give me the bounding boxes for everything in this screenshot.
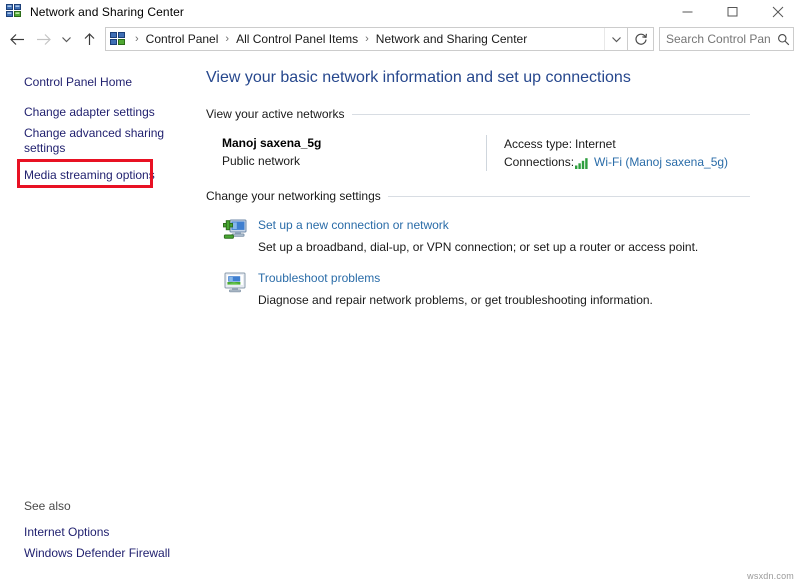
- breadcrumb-item-all-control-panel-items[interactable]: All Control Panel Items: [234, 30, 360, 48]
- title-bar: Network and Sharing Center: [0, 0, 800, 23]
- page-title: View your basic network information and …: [206, 69, 631, 86]
- set-up-new-connection-link[interactable]: Set up a new connection or network: [258, 217, 698, 234]
- close-button[interactable]: [755, 0, 800, 23]
- see-also-item-windows-defender-firewall[interactable]: Windows Defender Firewall: [0, 543, 198, 564]
- active-network-entry: Manoj saxena_5g Public network Access ty…: [198, 135, 800, 171]
- recent-locations-chevron-down-icon[interactable]: [56, 27, 76, 51]
- see-also-item-internet-options[interactable]: Internet Options: [0, 522, 198, 543]
- back-arrow-icon[interactable]: [4, 27, 30, 51]
- content-area: Control Panel Home Change adapter settin…: [0, 55, 800, 584]
- search-box[interactable]: [659, 27, 794, 51]
- watermark: wsxdn.com: [747, 571, 794, 581]
- access-type-value: Internet: [575, 137, 616, 151]
- troubleshoot-icon: [222, 269, 248, 295]
- maximize-button[interactable]: [710, 0, 755, 23]
- network-name: Manoj saxena_5g: [222, 136, 322, 150]
- address-bar[interactable]: › Control Panel › All Control Panel Item…: [105, 27, 628, 51]
- task-set-up-new-connection: Set up a new connection or network Set u…: [198, 216, 800, 256]
- section-rule: [387, 195, 750, 197]
- address-network-icon: [110, 31, 126, 47]
- troubleshoot-problems-description: Diagnose and repair network problems, or…: [258, 293, 653, 307]
- sidebar-item-change-advanced-sharing-settings[interactable]: Change advanced sharing settings: [0, 123, 198, 159]
- breadcrumb-separator: ›: [365, 32, 369, 45]
- see-also-section: See also Internet Options Windows Defend…: [0, 496, 198, 564]
- sidebar-item-control-panel-home[interactable]: Control Panel Home: [0, 72, 198, 93]
- breadcrumb-separator: ›: [135, 32, 139, 45]
- troubleshoot-problems-link[interactable]: Troubleshoot problems: [258, 270, 653, 287]
- window-controls: [665, 0, 800, 23]
- access-type-row: Access type: Internet: [504, 135, 800, 153]
- set-up-new-connection-description: Set up a broadband, dial-up, or VPN conn…: [258, 240, 699, 254]
- active-networks-heading-label: View your active networks: [206, 107, 345, 121]
- breadcrumb-item-control-panel[interactable]: Control Panel: [144, 30, 221, 48]
- vertical-divider: [486, 135, 487, 171]
- address-dropdown-chevron-down-icon[interactable]: [604, 28, 627, 50]
- active-network-details: Access type: Internet Connections: Wi-Fi…: [504, 135, 800, 171]
- task-body: Set up a new connection or network Set u…: [258, 216, 698, 256]
- network-profile-type: Public network: [222, 154, 301, 168]
- search-icon[interactable]: [773, 33, 793, 46]
- breadcrumb-separator: ›: [225, 32, 230, 45]
- search-input[interactable]: [660, 32, 773, 46]
- networking-settings-heading: Change your networking settings: [198, 189, 800, 203]
- connections-value-link[interactable]: Wi-Fi (Manoj saxena_5g): [594, 153, 728, 171]
- new-connection-icon: [222, 216, 248, 242]
- access-type-label: Access type:: [504, 137, 573, 151]
- section-rule: [351, 113, 750, 115]
- connections-row: Connections: Wi-Fi (Manoj saxena_5g): [504, 153, 800, 171]
- task-body: Troubleshoot problems Diagnose and repai…: [258, 269, 653, 309]
- main-pane: View your basic network information and …: [198, 55, 800, 584]
- sidebar: Control Panel Home Change adapter settin…: [0, 55, 198, 584]
- forward-arrow-icon[interactable]: [30, 27, 56, 51]
- networking-settings-heading-label: Change your networking settings: [206, 189, 381, 203]
- active-network-identity: Manoj saxena_5g Public network: [222, 135, 486, 171]
- breadcrumb-item-network-and-sharing-center[interactable]: Network and Sharing Center: [374, 30, 529, 48]
- up-arrow-icon[interactable]: [76, 27, 102, 51]
- window-title: Network and Sharing Center: [30, 4, 185, 19]
- sidebar-item-change-adapter-settings[interactable]: Change adapter settings: [0, 102, 198, 123]
- minimize-button[interactable]: [665, 0, 710, 23]
- breadcrumb: › Control Panel › All Control Panel Item…: [130, 30, 604, 48]
- refresh-button[interactable]: [628, 27, 654, 51]
- connections-label: Connections:: [504, 155, 575, 169]
- network-computers-icon: [6, 3, 22, 20]
- address-bar-row: › Control Panel › All Control Panel Item…: [0, 23, 800, 55]
- sidebar-item-media-streaming-options[interactable]: Media streaming options: [0, 165, 198, 186]
- wifi-signal-bars-icon: [575, 156, 590, 169]
- active-networks-heading: View your active networks: [198, 107, 800, 121]
- task-troubleshoot-problems: Troubleshoot problems Diagnose and repai…: [198, 269, 800, 309]
- see-also-title: See also: [24, 499, 71, 513]
